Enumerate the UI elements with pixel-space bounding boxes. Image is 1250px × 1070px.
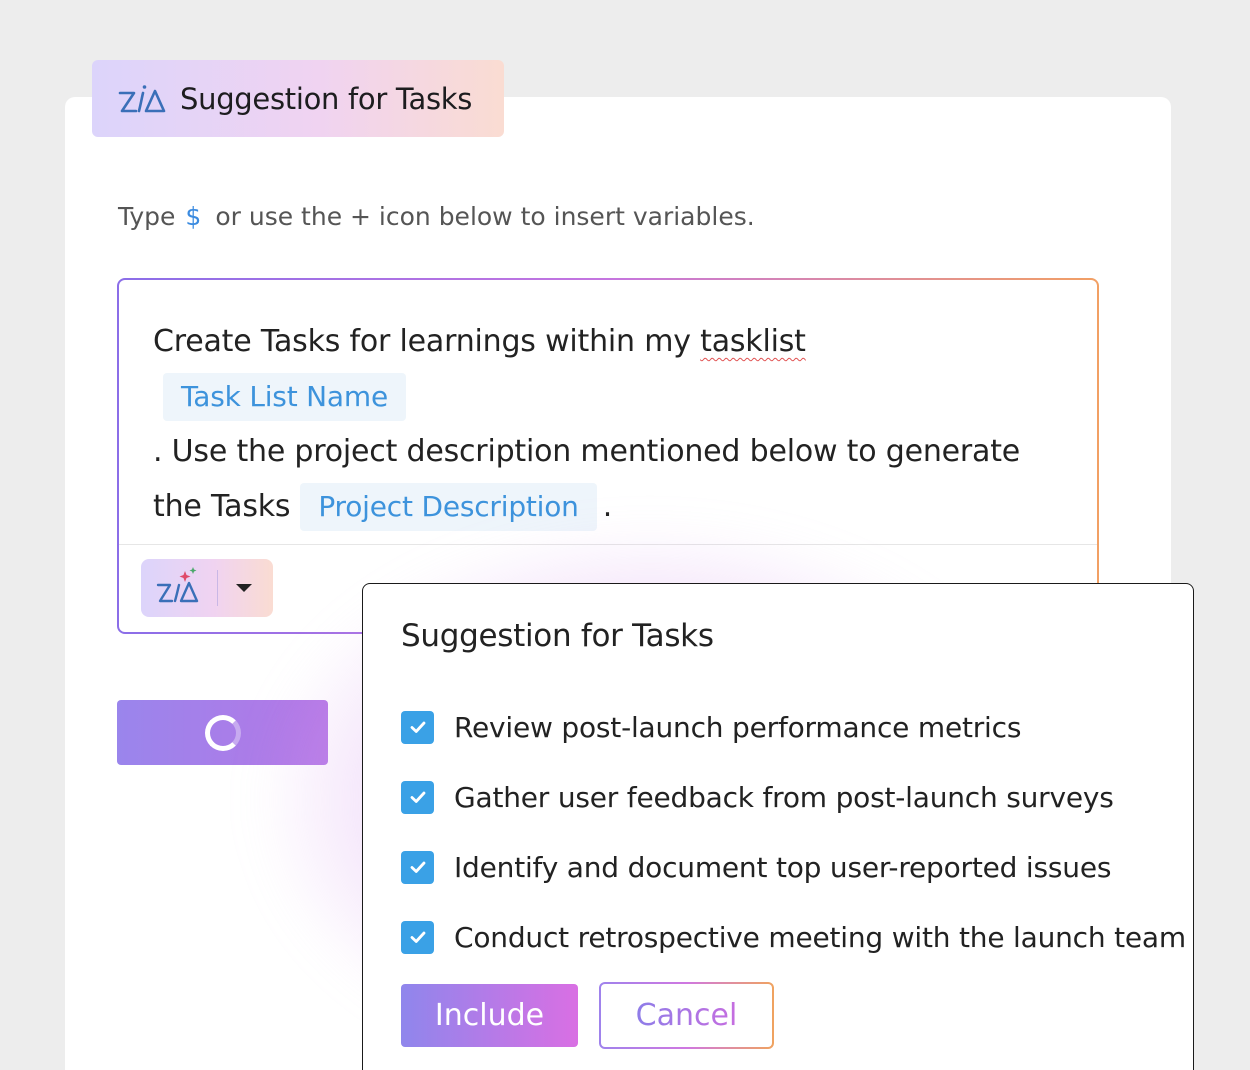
checkbox-checked[interactable] xyxy=(401,780,434,814)
cancel-button-body[interactable]: Cancel xyxy=(601,984,772,1047)
task-label: Conduct retrospective meeting with the l… xyxy=(454,920,1186,954)
dollar-symbol: $ xyxy=(185,202,202,231)
task-label: Gather user feedback from post-launch su… xyxy=(454,780,1114,814)
prompt-text[interactable]: Create Tasks for learnings within my tas… xyxy=(153,314,1063,534)
zia-ai-dropdown-button[interactable] xyxy=(141,559,273,617)
check-icon xyxy=(410,791,425,803)
check-icon xyxy=(410,721,425,733)
variable-hint: Type $ or use the + icon below to insert v… xyxy=(118,202,755,231)
task-suggestion-item[interactable]: Review post-launch performance metrics xyxy=(401,692,1186,762)
checkbox-checked[interactable] xyxy=(401,920,434,954)
task-label: Review post-launch performance metrics xyxy=(454,710,1022,744)
page-title: Suggestion for Tasks xyxy=(180,81,473,116)
prompt-text-part-1: Create Tasks for learnings within my xyxy=(153,324,691,359)
checkbox-checked[interactable] xyxy=(401,710,434,744)
zia-sparkle-icon xyxy=(156,567,199,603)
check-icon xyxy=(410,861,425,873)
task-suggestion-item[interactable]: Identify and document top user-reported … xyxy=(401,832,1186,902)
prompt-text-part-3: . xyxy=(602,489,613,524)
cancel-button-label: Cancel xyxy=(635,998,738,1033)
task-suggestion-item[interactable]: Gather user feedback from post-launch su… xyxy=(401,762,1186,832)
hint-suffix: or use the + icon below to insert variab… xyxy=(215,202,755,231)
task-suggestion-list: Review post-launch performance metrics G… xyxy=(401,692,1186,972)
check-icon xyxy=(410,931,425,943)
suggestion-popup: Suggestion for Tasks Review post-launch … xyxy=(362,583,1194,1070)
task-suggestion-item[interactable]: Conduct retrospective meeting with the l… xyxy=(401,902,1186,972)
loading-spinner-icon xyxy=(204,714,241,751)
variable-chip-task-list-name[interactable]: Task List Name xyxy=(163,373,406,421)
cancel-button[interactable]: Cancel xyxy=(599,982,774,1049)
zia-logo-icon xyxy=(118,84,166,112)
variable-chip-project-description[interactable]: Project Description xyxy=(300,483,597,531)
include-button[interactable]: Include xyxy=(401,984,578,1047)
task-label: Identify and document top user-reported … xyxy=(454,850,1112,884)
button-separator xyxy=(217,570,218,606)
hint-prefix: Type xyxy=(118,202,176,231)
checkbox-checked[interactable] xyxy=(401,850,434,884)
page-title-tab: Suggestion for Tasks xyxy=(92,60,504,137)
chevron-down-icon[interactable] xyxy=(236,584,252,592)
misspelled-word: tasklist xyxy=(700,324,806,359)
popup-title: Suggestion for Tasks xyxy=(401,618,714,654)
